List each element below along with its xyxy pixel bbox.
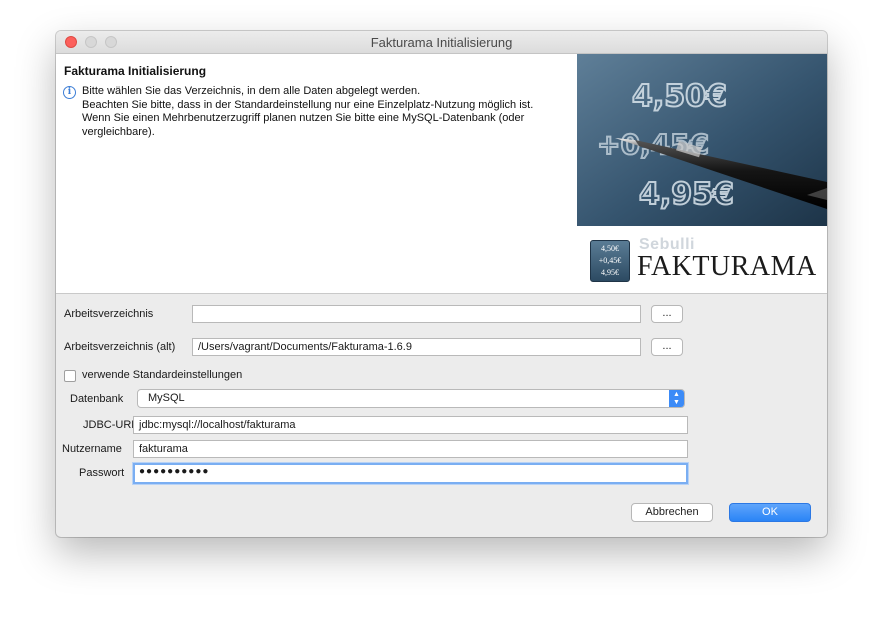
workdir-old-input[interactable]: /Users/vagrant/Documents/Fakturama-1.6.9 [192,338,641,356]
info-icon: i [63,86,76,99]
window-title: Fakturama Initialisierung [370,35,513,50]
workdir-browse-button[interactable]: ... [651,305,683,323]
username-input[interactable]: fakturama [133,440,688,458]
chevron-updown-icon: ▲ ▼ [669,390,684,407]
password-label: Passwort [79,467,125,479]
banner-number: 4,50€ [632,79,727,114]
message-line: Beachten Sie bitte, dass in der Standard… [82,98,534,111]
password-input[interactable]: ●●●●●●●●●● [133,463,688,484]
workdir-input[interactable] [192,305,641,323]
logo-tile-line: 4,50€ [601,244,619,253]
workdir-label: Arbeitsverzeichnis [64,308,154,320]
database-select[interactable]: MySQL ▲ ▼ [137,389,685,408]
use-defaults-checkbox[interactable] [64,370,76,382]
username-label: Nutzername [62,443,122,455]
header-panel: Fakturama Initialisierung i Bitte wählen… [56,54,827,294]
database-label: Datenbank [70,393,124,405]
header-title: Fakturama Initialisierung [64,64,207,78]
banner-image: 4,50€ +0,45€ 4,95€ 4,50€ +0,45€ 4,95€ Se… [577,54,827,293]
init-dialog: Fakturama Initialisierung Fakturama Init… [56,31,827,537]
cancel-button[interactable]: Abbrechen [631,503,713,522]
logo-tile-line: +0,45€ [598,256,622,265]
banner-number: 4,95€ [639,177,734,212]
logo-fakturama-text: FAKTURAMA [637,251,817,282]
jdbc-url-input[interactable]: jdbc:mysql://localhost/fakturama [133,416,688,434]
jdbc-url-label: JDBC-URL [83,419,138,431]
logo-area: 4,50€ +0,45€ 4,95€ Sebulli FAKTURAMA [577,226,827,293]
message-line: vergleichbare). [82,125,155,138]
workdir-old-label: Arbeitsverzeichnis (alt) [64,341,176,353]
database-select-value: MySQL [148,392,185,404]
banner-photo: 4,50€ +0,45€ 4,95€ [577,54,827,226]
message-line: Wenn Sie einen Mehrbenutzerzugriff plane… [82,112,525,124]
use-defaults-label: verwende Standardeinstellungen [82,369,243,381]
ok-button[interactable]: OK [729,503,811,522]
workdir-old-browse-button[interactable]: ... [651,338,683,356]
message-line: Bitte wählen Sie das Verzeichnis, in dem… [82,85,421,97]
title-bar[interactable]: Fakturama Initialisierung [56,31,827,54]
fakturama-logo-icon: 4,50€ +0,45€ 4,95€ [590,240,630,282]
logo-tile-line: 4,95€ [601,268,619,277]
header-message: Bitte wählen Sie das Verzeichnis, in dem… [82,85,582,139]
